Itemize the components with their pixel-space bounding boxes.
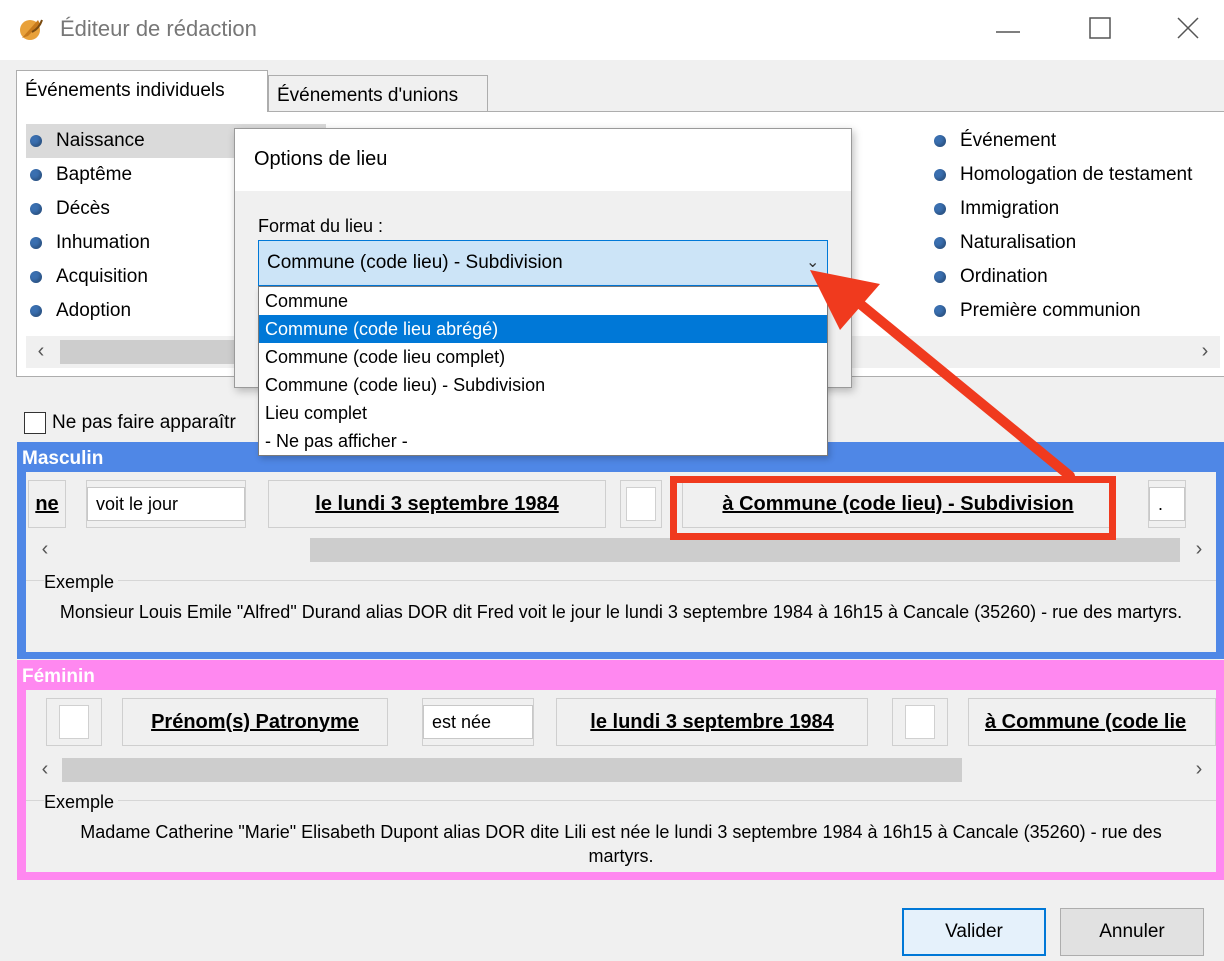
event-label: Inhumation xyxy=(56,232,151,253)
phrase-chip-name[interactable]: Prénom(s) Patronyme xyxy=(122,698,388,746)
event-item[interactable]: Homologation de testament xyxy=(934,158,1224,192)
phrase-chip-verb[interactable]: voit le jour xyxy=(86,480,246,528)
phrase-chip-partial[interactable]: ne xyxy=(28,480,66,528)
event-label: Événement xyxy=(960,130,1057,151)
bullet-icon xyxy=(934,203,946,215)
hide-checkbox[interactable] xyxy=(24,412,46,434)
phrase-chip-blank[interactable] xyxy=(46,698,102,746)
event-item[interactable]: Immigration xyxy=(934,192,1224,226)
verb-field[interactable]: est née xyxy=(423,705,533,739)
format-label: Format du lieu : xyxy=(258,216,384,236)
phrase-chip-verb[interactable]: est née xyxy=(422,698,534,746)
place-link[interactable]: à Commune (code lie xyxy=(985,711,1186,734)
cancel-button[interactable]: Annuler xyxy=(1060,908,1204,956)
separator xyxy=(26,800,1216,801)
event-item[interactable]: Événement xyxy=(934,124,1224,158)
event-label: Naissance xyxy=(56,130,145,151)
end-field[interactable]: . xyxy=(1149,487,1185,521)
phrase-chip-place[interactable]: à Commune (code lie xyxy=(968,698,1216,746)
phrase-chip-blank[interactable] xyxy=(620,480,662,528)
phrase-chip-date[interactable]: le lundi 3 septembre 1984 xyxy=(556,698,868,746)
event-label: Immigration xyxy=(960,198,1060,219)
date-link[interactable]: le lundi 3 septembre 1984 xyxy=(315,493,558,516)
date-link[interactable]: le lundi 3 septembre 1984 xyxy=(590,711,833,734)
dropdown-option[interactable]: Lieu complet xyxy=(259,399,827,427)
verb-field[interactable]: voit le jour xyxy=(87,487,245,521)
window-title: Éditeur de rédaction xyxy=(60,16,257,41)
bullet-icon xyxy=(30,271,42,283)
scroll-left-icon[interactable]: ‹ xyxy=(30,534,60,564)
bullet-icon xyxy=(934,169,946,181)
blank-field[interactable] xyxy=(59,705,89,739)
event-label: Baptême xyxy=(56,164,133,185)
bullet-icon xyxy=(30,305,42,317)
dropdown-option[interactable]: Commune (code lieu complet) xyxy=(259,343,827,371)
bullet-icon xyxy=(934,135,946,147)
tab-individual-events[interactable]: Événements individuels xyxy=(16,70,268,112)
example-label: Exemple xyxy=(44,572,119,593)
scroll-right-icon[interactable]: › xyxy=(1190,336,1220,366)
separator xyxy=(26,580,1216,581)
feminin-title: Féminin xyxy=(22,666,95,687)
dropdown-option[interactable]: Commune (code lieu abrégé) xyxy=(259,315,827,343)
phrase-chip-date[interactable]: le lundi 3 septembre 1984 xyxy=(268,480,606,528)
tab-union-events[interactable]: Événements d'unions xyxy=(268,75,488,111)
bullet-icon xyxy=(934,237,946,249)
scroll-right-icon[interactable]: › xyxy=(1184,534,1214,564)
minimize-button[interactable] xyxy=(980,8,1036,52)
event-label: Acquisition xyxy=(56,266,148,287)
name-link[interactable]: Prénom(s) Patronyme xyxy=(151,711,359,734)
event-label: Homologation de testament xyxy=(960,164,1193,185)
maximize-button[interactable] xyxy=(1072,8,1128,52)
example-text: Monsieur Louis Emile "Alfred" Durand ali… xyxy=(59,602,1183,622)
blank-field[interactable] xyxy=(905,705,935,739)
bullet-icon xyxy=(30,135,42,147)
dialog-title: Options de lieu xyxy=(254,148,388,170)
place-format-select[interactable]: Commune (code lieu) - Subdivision xyxy=(258,240,828,286)
annotation-arrow-icon xyxy=(790,250,1090,490)
bullet-icon xyxy=(30,203,42,215)
phrase-chip-end[interactable]: . xyxy=(1148,480,1186,528)
feminin-horizontal-scrollbar[interactable]: ‹ › xyxy=(26,754,1216,784)
scroll-thumb[interactable] xyxy=(60,340,260,364)
validate-button[interactable]: Valider xyxy=(902,908,1046,956)
bullet-icon xyxy=(30,169,42,181)
dropdown-option[interactable]: - Ne pas afficher - xyxy=(259,427,827,455)
scroll-right-icon[interactable]: › xyxy=(1184,754,1214,784)
dropdown-option[interactable]: Commune xyxy=(259,287,827,315)
scroll-thumb[interactable] xyxy=(62,758,962,782)
hide-checkbox-label: Ne pas faire apparaîtr xyxy=(52,412,236,433)
scroll-left-icon[interactable]: ‹ xyxy=(26,336,56,366)
place-format-dropdown: Commune Commune (code lieu abrégé) Commu… xyxy=(258,286,828,456)
close-button[interactable] xyxy=(1160,8,1216,52)
scroll-thumb[interactable] xyxy=(310,538,1180,562)
blank-field[interactable] xyxy=(626,487,656,521)
scroll-left-icon[interactable]: ‹ xyxy=(30,754,60,784)
event-label: Décès xyxy=(56,198,110,219)
masculin-title: Masculin xyxy=(22,448,104,469)
example-text: Madame Catherine "Marie" Elisabeth Dupon… xyxy=(80,822,1162,866)
example-label: Exemple xyxy=(44,792,119,813)
event-label: Adoption xyxy=(56,300,132,321)
dropdown-option[interactable]: Commune (code lieu) - Subdivision xyxy=(259,371,827,399)
phrase-chip-blank[interactable] xyxy=(892,698,948,746)
bullet-icon xyxy=(30,237,42,249)
feminin-inner: Prénom(s) Patronyme est née le lundi 3 s… xyxy=(26,690,1216,872)
feather-app-icon xyxy=(18,16,44,42)
